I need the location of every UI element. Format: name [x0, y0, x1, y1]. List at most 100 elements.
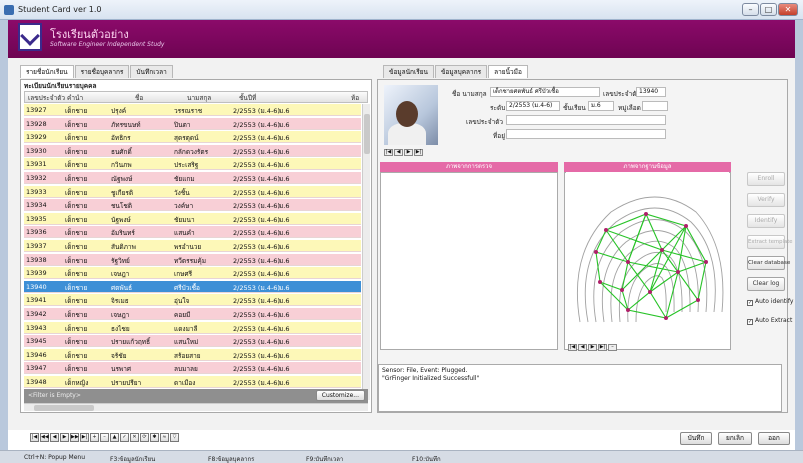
navigator-button[interactable]: ▶▶	[70, 433, 79, 442]
cell-room: ม.6	[279, 175, 290, 183]
navigator-button[interactable]: ≈	[160, 433, 169, 442]
table-row[interactable]: 13946 เด็กชาย จร้ชัย สร้อยสาย 2/2553 (ม.4-6)…	[24, 348, 361, 361]
cell-first: นรพาศ	[111, 365, 131, 374]
exit-button[interactable]: ออก	[758, 432, 790, 445]
auto-identify-checkbox[interactable]: ✓ Auto identify	[747, 298, 793, 306]
tab-time-record[interactable]: บันทึกเวลา	[130, 65, 173, 78]
table-row[interactable]: 13928 เด็กชาย ภัทรขนษท์ ปินตา 2/2553 (ม.4-6)…	[24, 117, 361, 130]
navigator-button[interactable]: ✕	[130, 433, 139, 442]
cancel-button[interactable]: ยกเลิก	[718, 432, 752, 445]
cell-prefix: เด็กชาย	[65, 338, 88, 347]
identify-button[interactable]: Identify	[747, 214, 785, 228]
cell-last: คอยมี	[174, 311, 191, 319]
cell-cls: 2/2553 (ม.4-6)	[233, 134, 280, 143]
name-field[interactable]: เด็กชายศตพันธ์ ศรีบัวเชื้อ	[490, 87, 600, 97]
delete-template-button[interactable]: –	[608, 344, 617, 351]
table-row[interactable]: 13931 เด็กชาย กวินภพ ประเสริฐ 2/2553 (ม.4-6)…	[24, 158, 361, 171]
navigator-button[interactable]: ▶|	[80, 433, 89, 442]
extract-template-button[interactable]: Extract template	[747, 235, 793, 249]
cell-room: ม.6	[279, 297, 290, 306]
id-card-field[interactable]	[506, 115, 666, 125]
column-header[interactable]: ชื่อ	[135, 93, 143, 103]
auto-extract-checkbox[interactable]: ✓ Auto Extract	[747, 317, 792, 325]
grid-header: เลขประจำตัว คำนำ ชื่อ นามสกุล ชั้นปีที่ …	[24, 91, 368, 103]
navigator-button[interactable]: –	[100, 433, 109, 442]
save-button[interactable]: บันทึก	[680, 432, 712, 445]
tab-student-info[interactable]: ข้อมูลนักเรียน	[383, 65, 434, 78]
table-row-selected[interactable]: 13940 เด็กชาย ศตพันธ์ ศรีบัวเชื้อ 2/2553 (ม.…	[24, 280, 361, 293]
cell-last: เกษศรี	[174, 270, 193, 279]
last-template-button[interactable]: ▶|	[598, 344, 607, 351]
table-row[interactable]: 13938 เด็กชาย รัฐวิทย์ ทวีตรรมคุ้ม 2/2553 (ม…	[24, 253, 361, 266]
table-row[interactable]: 13948 เด็กหญิง ปรายปรียา ดาเมือง 2/2553 (ม.4…	[24, 376, 361, 388]
cell-cls: 2/2553 (ม.4-6)	[233, 215, 280, 224]
address-field[interactable]	[506, 129, 666, 139]
column-header[interactable]: ชั้นปีที่	[239, 93, 256, 103]
prev-template-button[interactable]: ◀	[578, 344, 587, 351]
table-row[interactable]: 13945 เด็กชาย ปรายแก้วฤทธิ์ แสนใหม่ 2/2553 (…	[24, 335, 361, 348]
level-field[interactable]: 2/2553 (ม.4-6)	[506, 101, 560, 111]
first-photo-button[interactable]: |◀	[384, 149, 393, 156]
clear-log-button[interactable]: Clear log	[747, 277, 785, 291]
navigator-button[interactable]: |◀	[30, 433, 39, 442]
table-row[interactable]: 13941 เด็กชาย จิรเมธ อุ่นใจ 2/2553 (ม.4-6) ม.…	[24, 294, 361, 307]
cell-room: ม.6	[279, 324, 290, 333]
table-row[interactable]: 13934 เด็กชาย ชนโชติ วงค์ษา 2/2553 (ม.4-6) ม.…	[24, 199, 361, 212]
column-header[interactable]: เลขประจำตัว	[28, 93, 65, 103]
column-header[interactable]: นามสกุล	[187, 93, 211, 103]
cell-cls: 2/2553 (ม.4-6)	[233, 365, 280, 374]
column-header[interactable]: คำนำ	[67, 93, 83, 103]
first-template-button[interactable]: |◀	[568, 344, 577, 351]
grid-vertical-scrollbar[interactable]	[362, 104, 370, 400]
navigator-button[interactable]: ▽	[170, 433, 179, 442]
navigator-button[interactable]: ▲	[110, 433, 119, 442]
table-row[interactable]: 13929 เด็กชาย อัทธิกร สุดรตุดน์ 2/2553 (ม.4-…	[24, 131, 361, 144]
template-image-header: ภาพจากฐานข้อมูล	[564, 162, 731, 172]
last-photo-button[interactable]: ▶|	[414, 149, 423, 156]
table-row[interactable]: 13943 เด็กชาย ธงไชย แดงมาลี 2/2553 (ม.4-6) ม.…	[24, 321, 361, 334]
table-row[interactable]: 13935 เด็กชาย นัฐพงษ์ ชัยมนา 2/2553 (ม.4-6) ม…	[24, 212, 361, 225]
customize-button[interactable]: Customize...	[315, 390, 365, 401]
column-header[interactable]: ห้อ	[351, 93, 359, 103]
navigator-button[interactable]: +	[90, 433, 99, 442]
minimize-button[interactable]: –	[742, 3, 759, 16]
grid-horizontal-scrollbar[interactable]	[24, 403, 368, 411]
student-id-field[interactable]: 13940	[636, 87, 666, 97]
scan-image-pane	[380, 172, 558, 350]
table-row[interactable]: 13933 เด็กชาย ชูเกียรติ วังชิ้น 2/2553 (ม.4-…	[24, 185, 361, 198]
table-row[interactable]: 13930 เด็กชาย ธนศักดิ์ กลักดวงรัตร 2/2553 (ม…	[24, 144, 361, 157]
table-row[interactable]: 13936 เด็กชาย อัมรินทร์ แสนคำ 2/2553 (ม.4-6)…	[24, 226, 361, 239]
year-field[interactable]: ม.6	[588, 101, 614, 111]
cell-id: 13945	[26, 337, 47, 346]
navigator-button[interactable]: ◀	[50, 433, 59, 442]
navigator-button[interactable]: ✱	[150, 433, 159, 442]
tab-staff-list[interactable]: รายชื่อบุคลากร	[74, 65, 130, 78]
tab-fingerprint[interactable]: ลายนิ้วมือ	[488, 65, 528, 78]
navigator-button[interactable]: ◀◀	[40, 433, 49, 442]
table-row[interactable]: 13947 เด็กชาย นรพาศ ลบมาลย 2/2553 (ม.4-6) ม.6	[24, 362, 361, 375]
navigator-button[interactable]: ▶	[60, 433, 69, 442]
tab-student-list[interactable]: รายชื่อนักเรียน	[20, 65, 74, 78]
student-id-label: เลขประจำตัว	[603, 90, 641, 98]
next-template-button[interactable]: ▶	[588, 344, 597, 351]
table-row[interactable]: 13937 เด็กชาย สันติภาพ พรอำนวย 2/2553 (ม.4-6…	[24, 240, 361, 252]
next-photo-button[interactable]: ▶	[404, 149, 413, 156]
close-button[interactable]: ✕	[778, 3, 798, 16]
status-bar: Ctrl+N: Popup Menu F3:ข้อมูลนักเรียน F8:…	[0, 450, 803, 463]
table-row[interactable]: 13927 เด็กชาย ปรุงค์ วรรณราช 2/2553 (ม.4-6) ม…	[24, 104, 361, 116]
navigator-button[interactable]: ⟳	[140, 433, 149, 442]
enroll-button[interactable]: Enroll	[747, 172, 785, 186]
verify-button[interactable]: Verify	[747, 193, 785, 207]
navigator-button[interactable]: ✓	[120, 433, 129, 442]
id-card-label: เลขประจำตัว	[466, 118, 504, 126]
clear-database-button[interactable]: Clear database	[747, 256, 790, 270]
room-field[interactable]	[642, 101, 668, 111]
table-row[interactable]: 13942 เด็กชาย เจษฎา คอยมี 2/2553 (ม.4-6) ม.6	[24, 308, 361, 320]
window-frame-right	[795, 20, 803, 463]
table-row[interactable]: 13932 เด็กชาย ณัฐพงษ์ ชัยแกม 2/2553 (ม.4-6) ม…	[24, 172, 361, 184]
maximize-button[interactable]: □	[760, 3, 777, 16]
tab-staff-info[interactable]: ข้อมูลบุคลากร	[434, 65, 488, 78]
prev-photo-button[interactable]: ◀	[394, 149, 403, 156]
cell-room: ม.6	[279, 256, 290, 265]
table-row[interactable]: 13939 เด็กชาย เจษฎา เกษศรี 2/2553 (ม.4-6) ม.6	[24, 267, 361, 280]
